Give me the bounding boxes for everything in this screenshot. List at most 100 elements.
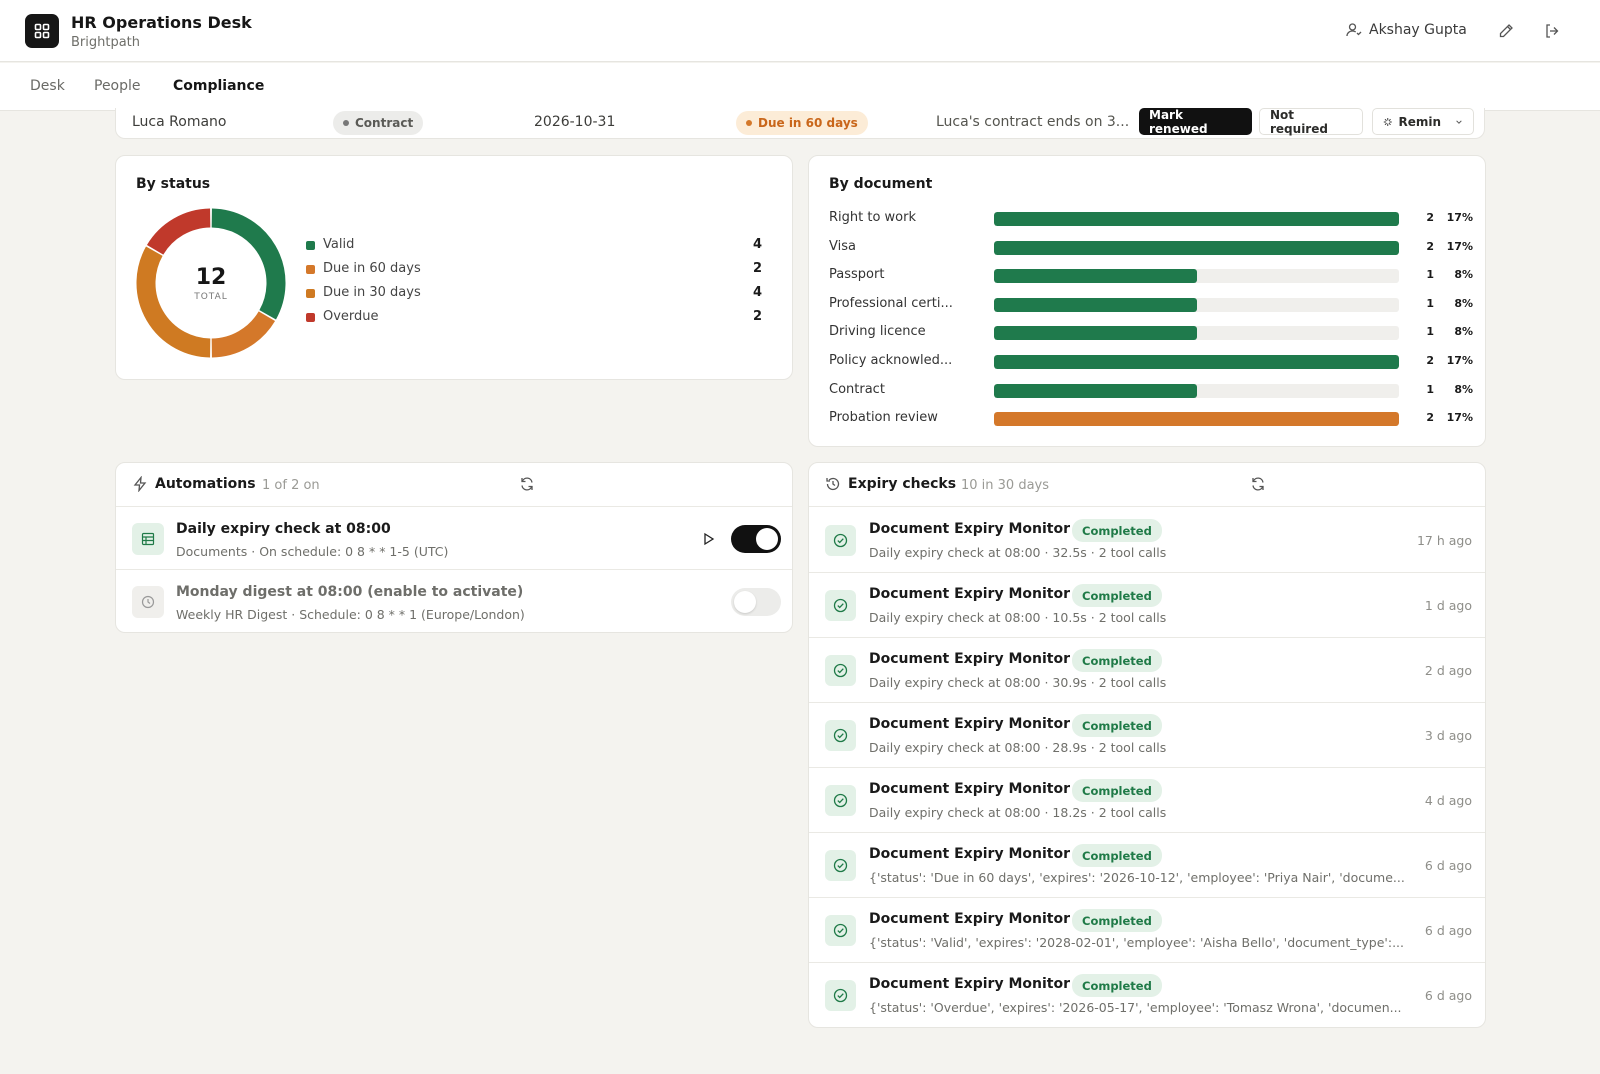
app-logo[interactable] bbox=[25, 14, 59, 48]
bar-fill bbox=[994, 326, 1197, 341]
check-circle-icon bbox=[825, 980, 856, 1011]
status-badge: Completed bbox=[1072, 584, 1162, 607]
bar-track bbox=[994, 212, 1399, 226]
mark-renewed-button[interactable]: Mark renewed bbox=[1139, 108, 1252, 136]
history-icon bbox=[826, 477, 840, 491]
automation-item[interactable]: Monday digest at 08:00 (enable to activa… bbox=[116, 571, 792, 633]
dot-icon bbox=[343, 120, 349, 126]
check-details: Daily expiry check at 08:00 · 28.9s · 2 … bbox=[869, 740, 1167, 755]
check-timestamp: 17 h ago bbox=[1416, 533, 1472, 548]
by-document-card: By document Right to work 2 17% Visa 2 17% Pas… bbox=[808, 155, 1486, 447]
check-details: {'status': 'Due in 60 days', 'expires': … bbox=[869, 870, 1405, 885]
bar-track bbox=[994, 383, 1399, 398]
expiry-check-item[interactable]: Document Expiry Monitor Completed Daily ex… bbox=[809, 703, 1485, 768]
legend-swatch bbox=[306, 265, 315, 274]
expiry-check-item[interactable]: Document Expiry Monitor Completed {'status… bbox=[809, 898, 1485, 963]
not-required-button[interactable]: Not required bbox=[1259, 108, 1363, 136]
card-title: By document bbox=[829, 176, 933, 192]
expiry-check-item[interactable]: Document Expiry Monitor Completed {'status… bbox=[809, 963, 1485, 1028]
check-circle-icon bbox=[825, 915, 856, 946]
status-badge: Completed bbox=[1072, 844, 1162, 867]
document-bar-row: Professional certi... 1 8% bbox=[829, 294, 1473, 314]
logout-icon[interactable] bbox=[1542, 21, 1562, 41]
legend-item: Due in 60 days 2 bbox=[306, 260, 762, 284]
dot-icon bbox=[746, 120, 752, 126]
status-badge: Completed bbox=[1072, 714, 1162, 737]
grid-icon bbox=[34, 23, 50, 39]
bar-fill bbox=[994, 240, 1399, 255]
legend-value: 4 bbox=[752, 237, 762, 252]
expiry-check-item[interactable]: Document Expiry Monitor Completed Daily ex… bbox=[809, 508, 1485, 573]
expiry-check-item[interactable]: Document Expiry Monitor Completed Daily ex… bbox=[809, 573, 1485, 638]
status-badge: Completed bbox=[1072, 519, 1162, 542]
total-label: TOTAL bbox=[194, 291, 228, 302]
legend-label: Overdue bbox=[323, 309, 379, 324]
automations-count: 1 of 2 on bbox=[262, 478, 320, 493]
status-badge: Completed bbox=[1072, 779, 1162, 802]
check-title: Document Expiry Monitor bbox=[869, 846, 1070, 862]
row-note: Luca's contract ends on 3... bbox=[936, 114, 1130, 130]
clock-icon bbox=[132, 586, 164, 618]
document-label: Driving licence bbox=[829, 324, 926, 340]
expiry-checks-title: Expiry checks bbox=[848, 476, 957, 492]
bar-track bbox=[994, 297, 1399, 312]
check-timestamp: 6 d ago bbox=[1424, 988, 1472, 1003]
play-icon[interactable] bbox=[702, 532, 716, 546]
document-bar-row: Probation review 2 17% bbox=[829, 408, 1473, 428]
expiry-checks-card: Expiry checks 10 in 30 days Document Exp… bbox=[808, 462, 1486, 1028]
table-row: Luca Romano Contract 2026-10-31 Due in 6… bbox=[115, 108, 1485, 139]
tab-desk[interactable]: Desk bbox=[30, 78, 65, 94]
bolt-icon bbox=[133, 476, 147, 492]
check-timestamp: 3 d ago bbox=[1424, 728, 1472, 743]
automation-item[interactable]: Daily expiry check at 08:00 Documents · … bbox=[116, 508, 792, 570]
expiry-check-item[interactable]: Document Expiry Monitor Completed Daily ex… bbox=[809, 768, 1485, 833]
automation-toggle[interactable] bbox=[731, 588, 781, 616]
document-label: Passport bbox=[829, 267, 885, 283]
check-circle-icon bbox=[825, 720, 856, 751]
document-percent: 8% bbox=[1454, 268, 1473, 282]
document-bar-row: Contract 1 8% bbox=[829, 380, 1473, 400]
total-count: 12 bbox=[195, 264, 227, 290]
automations-header: Automations 1 of 2 on bbox=[116, 463, 792, 507]
legend-label: Valid bbox=[323, 237, 355, 252]
bar-track bbox=[994, 240, 1399, 255]
check-details: Daily expiry check at 08:00 · 10.5s · 2 … bbox=[869, 610, 1167, 625]
document-percent: 17% bbox=[1446, 239, 1473, 253]
check-details: Daily expiry check at 08:00 · 32.5s · 2 … bbox=[869, 545, 1167, 560]
toggle-knob bbox=[756, 528, 778, 550]
status-badge: Completed bbox=[1072, 909, 1162, 932]
document-percent: 17% bbox=[1446, 354, 1473, 367]
check-circle-icon bbox=[825, 850, 856, 881]
remind-dropdown[interactable]: Remin bbox=[1372, 108, 1474, 135]
user-menu[interactable]: Akshay Gupta bbox=[1346, 22, 1467, 38]
document-label: Professional certi... bbox=[829, 295, 953, 311]
document-percent: 17% bbox=[1446, 411, 1473, 425]
expiry-check-item[interactable]: Document Expiry Monitor Completed Daily ex… bbox=[809, 638, 1485, 703]
legend-value: 2 bbox=[752, 309, 762, 324]
tab-people[interactable]: People bbox=[94, 78, 141, 94]
bar-fill bbox=[994, 412, 1399, 427]
legend-item: Valid 4 bbox=[306, 236, 762, 260]
check-timestamp: 6 d ago bbox=[1424, 858, 1472, 873]
check-details: Daily expiry check at 08:00 · 18.2s · 2 … bbox=[869, 805, 1167, 820]
legend-value: 4 bbox=[752, 285, 762, 300]
document-percent: 8% bbox=[1454, 382, 1473, 396]
document-bar-row: Passport 1 8% bbox=[829, 265, 1473, 285]
automations-card: Automations 1 of 2 on Daily expiry check… bbox=[115, 462, 793, 633]
status-badge: Completed bbox=[1072, 974, 1162, 997]
bar-fill bbox=[994, 212, 1399, 226]
tab-compliance[interactable]: Compliance bbox=[173, 78, 264, 94]
expiry-check-item[interactable]: Document Expiry Monitor Completed {'status… bbox=[809, 833, 1485, 898]
refresh-icon[interactable] bbox=[519, 476, 535, 492]
legend-swatch bbox=[306, 241, 315, 250]
legend-label: Due in 30 days bbox=[323, 285, 421, 300]
doc-type-badge: Contract bbox=[333, 111, 424, 135]
document-bar-row: Driving licence 1 8% bbox=[829, 322, 1473, 342]
check-timestamp: 4 d ago bbox=[1424, 793, 1472, 808]
automation-toggle[interactable] bbox=[731, 525, 781, 553]
refresh-icon[interactable] bbox=[1250, 476, 1266, 492]
card-title: By status bbox=[136, 176, 211, 192]
document-bar-row: Policy acknowled... 2 17% bbox=[829, 351, 1473, 371]
check-timestamp: 6 d ago bbox=[1424, 923, 1472, 938]
edit-icon[interactable] bbox=[1496, 21, 1516, 41]
